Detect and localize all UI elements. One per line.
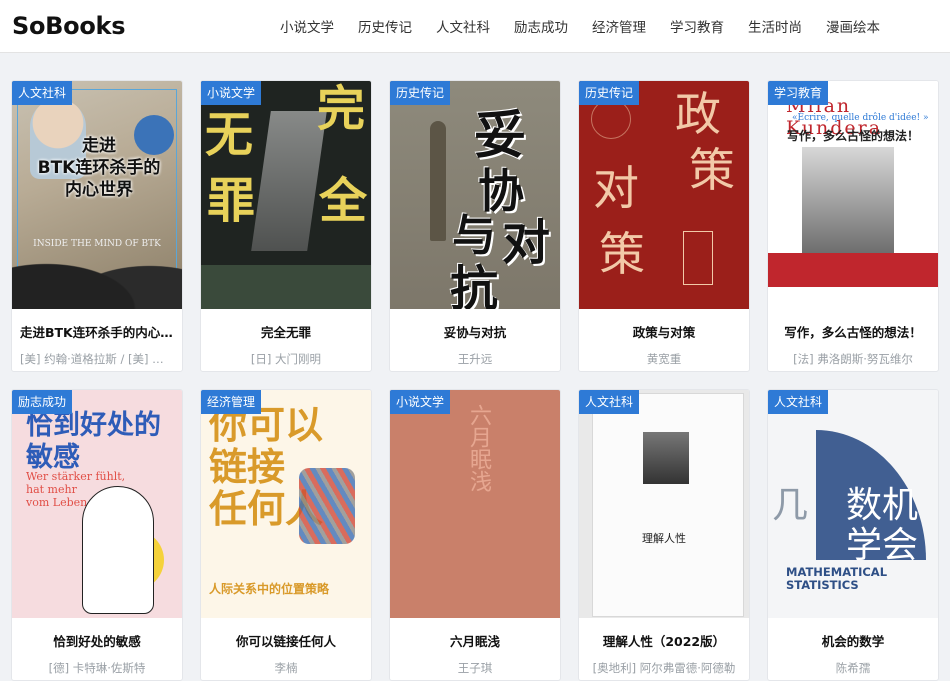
cover-band — [201, 265, 371, 309]
book-card[interactable]: 历史传记 政 策 对 策 政策与对策 黄宽重 — [578, 80, 750, 372]
nav-item-education[interactable]: 学习教育 — [670, 16, 724, 36]
cover-char: 学会 — [846, 525, 919, 566]
category-tag[interactable]: 人文社科 — [579, 390, 640, 414]
category-tag[interactable]: 人文社科 — [12, 81, 73, 105]
cover-char: 数机 — [846, 485, 919, 526]
author-portrait — [643, 432, 689, 484]
nav-item-lifestyle[interactable]: 生活时尚 — [748, 16, 802, 36]
book-jacket — [593, 394, 743, 616]
cover-char: 完 — [317, 81, 366, 137]
book-author: 王升远 — [457, 352, 493, 366]
book-card[interactable]: 小说文学 六月眠浅 六月眠浅 王子琪 — [389, 389, 561, 681]
nav-item-history[interactable]: 历史传记 — [358, 16, 412, 36]
nav-item-fiction[interactable]: 小说文学 — [280, 16, 334, 36]
cover-quote: «Écrire, quelle drôle d'idée! » — [792, 113, 929, 123]
category-tag[interactable]: 学习教育 — [768, 81, 829, 105]
cover-char: 全 — [319, 173, 368, 229]
book-title[interactable]: 写作，多么古怪的想法！ — [768, 322, 938, 341]
book-cover[interactable]: 历史传记 妥 协 与 对 抗 — [390, 81, 560, 309]
category-tag[interactable]: 历史传记 — [579, 81, 640, 105]
cover-title: 恰到好处的 敏感 — [26, 410, 161, 473]
chain-illustration — [299, 468, 355, 544]
cover-char: 对 — [502, 215, 551, 271]
book-card[interactable]: 人文社科 走进 BTK连环杀手的 内心世界 INSIDE THE MIND OF… — [11, 80, 183, 372]
book-title[interactable]: 理解人性（2022版） — [579, 631, 749, 650]
cloud-illustration — [591, 99, 631, 139]
book-title[interactable]: 机会的数学 — [768, 631, 938, 650]
book-cover[interactable]: 历史传记 政 策 对 策 — [579, 81, 749, 309]
book-title[interactable]: 你可以链接任何人 — [201, 631, 371, 650]
book-grid: 人文社科 走进 BTK连环杀手的 内心世界 INSIDE THE MIND OF… — [11, 80, 939, 681]
book-card[interactable]: 励志成功 恰到好处的 敏感 Wer stärker fühlt, hat meh… — [11, 389, 183, 681]
shoes-illustration — [12, 239, 182, 309]
book-title[interactable]: 完全无罪 — [201, 322, 371, 341]
book-author: 李楠 — [274, 661, 298, 675]
book-author: 陈希孺 — [835, 661, 871, 675]
book-author: [法] 弗洛朗斯·努瓦维尔 — [793, 352, 913, 366]
book-card[interactable]: 人文社科 理解人性 理解人性（2022版） [奥地利] 阿尔弗雷德·阿德勒 — [578, 389, 750, 681]
book-cover[interactable]: 励志成功 恰到好处的 敏感 Wer stärker fühlt, hat meh… — [12, 390, 182, 618]
book-card[interactable]: 经济管理 你可以 链接 任何人 人际关系中的位置策略 你可以链接任何人 李楠 — [200, 389, 372, 681]
cover-title: 写作，多么古怪的想法！ — [786, 129, 919, 143]
cover-band — [768, 253, 938, 287]
nav-item-comics[interactable]: 漫画绘本 — [826, 16, 880, 36]
cover-char: 对 — [593, 161, 639, 215]
category-nav: 小说文学 历史传记 人文社科 励志成功 经济管理 学习教育 生活时尚 漫画绘本 — [280, 16, 904, 36]
cover-subtitle: MATHEMATICAL STATISTICS — [786, 565, 888, 592]
category-tag[interactable]: 小说文学 — [390, 390, 451, 414]
nav-item-humanities[interactable]: 人文社科 — [436, 16, 490, 36]
category-tag[interactable]: 经济管理 — [201, 390, 262, 414]
book-card[interactable]: 人文社科 数机 学会 几 MATHEMATICAL STATISTICS 机会的… — [767, 389, 939, 681]
cover-title: 理解人性 — [642, 532, 686, 545]
cover-subtitle: INSIDE THE MIND OF BTK — [33, 239, 161, 249]
book-card[interactable]: 小说文学 无 完 罪 全 完全无罪 [日] 大门刚明 — [200, 80, 372, 372]
book-cover[interactable]: 人文社科 理解人性 — [579, 390, 749, 618]
cover-char: 几 — [772, 485, 809, 526]
figure-illustration — [430, 121, 446, 241]
book-author: [美] 约翰·道格拉斯 / [美] 约翰·道格拉斯 / [美] 约翰·道格拉斯 — [20, 352, 182, 366]
site-header: SoBooks 小说文学 历史传记 人文社科 励志成功 经济管理 学习教育 生活… — [0, 0, 950, 53]
book-cover[interactable]: 人文社科 数机 学会 几 MATHEMATICAL STATISTICS — [768, 390, 938, 618]
category-tag[interactable]: 励志成功 — [12, 390, 73, 414]
cover-char: 策 — [689, 143, 735, 197]
book-author: [日] 大门刚明 — [250, 352, 322, 366]
book-title[interactable]: 妥协与对抗 — [390, 322, 560, 341]
book-cover[interactable]: 经济管理 你可以 链接 任何人 人际关系中的位置策略 — [201, 390, 371, 618]
figure-illustration — [251, 111, 327, 251]
book-cover[interactable]: 人文社科 走进 BTK连环杀手的 内心世界 INSIDE THE MIND OF… — [12, 81, 182, 309]
girl-illustration — [82, 486, 154, 614]
cover-title: 走进 BTK连环杀手的 内心世界 — [37, 136, 161, 200]
book-card[interactable]: 历史传记 妥 协 与 对 抗 妥协与对抗 王升远 — [389, 80, 561, 372]
book-author: 黄宽重 — [646, 352, 682, 366]
category-tag[interactable]: 人文社科 — [768, 390, 829, 414]
cover-char: 策 — [599, 227, 645, 281]
book-author: 王子琪 — [457, 661, 493, 675]
nav-item-self-help[interactable]: 励志成功 — [514, 16, 568, 36]
cover-char: 无 — [205, 107, 254, 163]
author-photo — [802, 147, 894, 253]
book-title[interactable]: 走进BTK连环杀手的内心世界 — [12, 322, 182, 341]
book-author: [德] 卡特琳·佐斯特 — [48, 661, 146, 675]
cover-char: 罪 — [207, 173, 256, 229]
cover-title: 六月眠浅 — [466, 404, 491, 492]
book-title[interactable]: 六月眠浅 — [390, 631, 560, 650]
nav-item-business[interactable]: 经济管理 — [592, 16, 646, 36]
book-cover[interactable]: 小说文学 无 完 罪 全 — [201, 81, 371, 309]
book-cover[interactable]: 小说文学 六月眠浅 — [390, 390, 560, 618]
category-tag[interactable]: 历史传记 — [390, 81, 451, 105]
book-title[interactable]: 政策与对策 — [579, 322, 749, 341]
cover-subtitle: 人际关系中的位置策略 — [209, 582, 330, 596]
cover-box — [683, 231, 713, 285]
cover-char: 抗 — [450, 261, 499, 309]
category-tag[interactable]: 小说文学 — [201, 81, 262, 105]
book-cover[interactable]: 学习教育 Milan Kundera «Écrire, quelle drôle… — [768, 81, 938, 309]
book-card[interactable]: 学习教育 Milan Kundera «Écrire, quelle drôle… — [767, 80, 939, 372]
cover-char: 政 — [675, 87, 721, 141]
book-author: [奥地利] 阿尔弗雷德·阿德勒 — [592, 661, 736, 675]
book-title[interactable]: 恰到好处的敏感 — [12, 631, 182, 650]
site-logo[interactable]: SoBooks — [12, 12, 280, 40]
